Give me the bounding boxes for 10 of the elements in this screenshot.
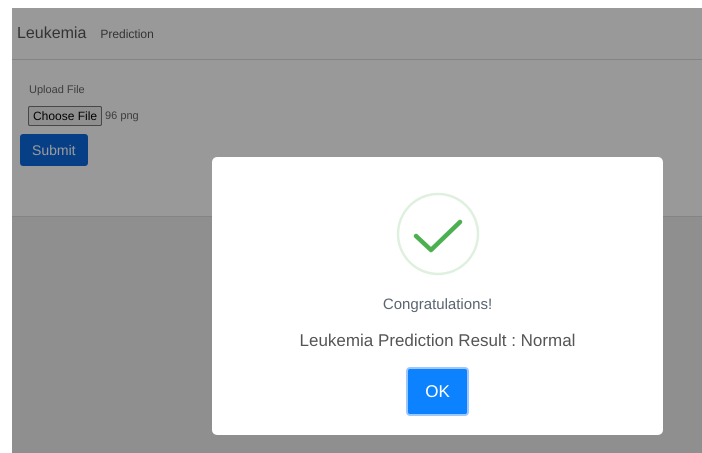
ok-button[interactable]: OK <box>406 367 469 416</box>
brand-link[interactable]: Leukemia <box>17 24 86 42</box>
success-check-icon <box>396 192 480 276</box>
file-name: 96 png <box>105 110 139 122</box>
submit-button[interactable]: Submit <box>20 134 88 166</box>
dialog-title: Congratulations! <box>382 296 492 313</box>
nav-link[interactable]: Prediction <box>100 26 154 40</box>
choose-file-button[interactable]: Choose File <box>28 106 102 126</box>
field-label: Upload File <box>29 84 86 96</box>
dialog-message: Leukemia Prediction Result : Normal <box>300 331 576 351</box>
